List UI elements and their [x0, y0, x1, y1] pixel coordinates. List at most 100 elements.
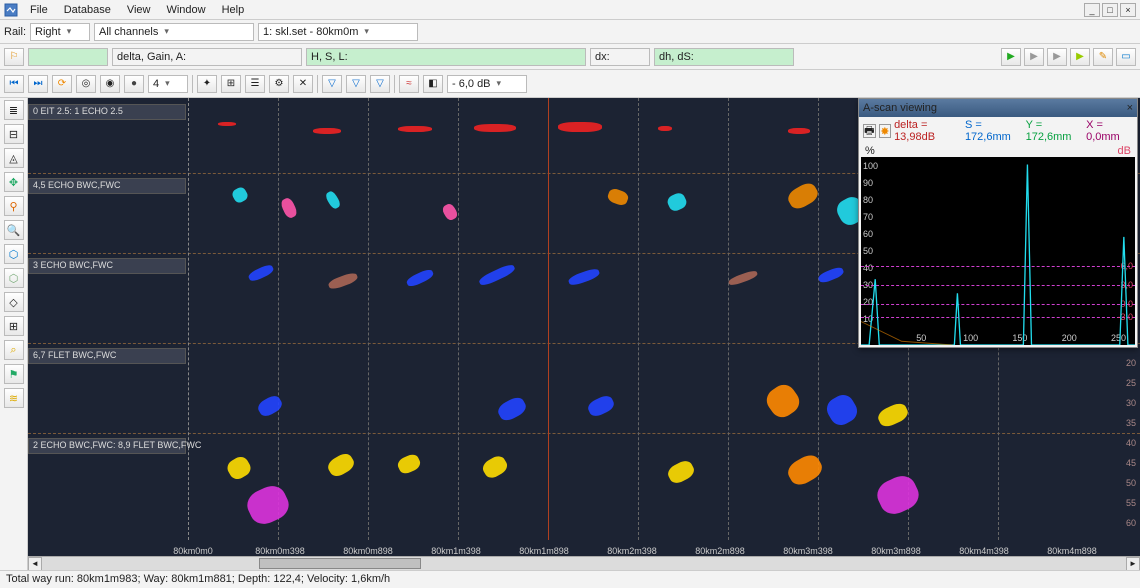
- row-label-2: 3 ECHO BWC,FWC: [28, 258, 186, 274]
- card-icon[interactable]: ▭: [1116, 48, 1136, 66]
- ascan-close-icon[interactable]: ×: [1127, 102, 1133, 114]
- close-button[interactable]: ×: [1120, 3, 1136, 17]
- move-icon[interactable]: ✥: [4, 172, 24, 192]
- depth-tick: 40: [1126, 438, 1136, 448]
- gear-icon[interactable]: ✸: [879, 124, 892, 138]
- filter3-icon[interactable]: ▽: [370, 75, 390, 93]
- menu-database[interactable]: Database: [56, 2, 119, 18]
- menu-help[interactable]: Help: [214, 2, 253, 18]
- tree-icon[interactable]: ⊟: [4, 124, 24, 144]
- spin-select[interactable]: 4: [148, 75, 188, 93]
- channels-select[interactable]: All channels: [94, 23, 254, 41]
- toolbar-fields: ⚐ delta, Gain, A: H, S, L: dx: dh, dS: ▶…: [0, 44, 1140, 70]
- scroll-right-icon[interactable]: ►: [1126, 557, 1140, 571]
- dataset-select[interactable]: 1: skl.set - 80km0m: [258, 23, 418, 41]
- action-buttons: ▶ ▶ ▶ ▶ ✎ ▭: [1001, 48, 1136, 66]
- menubar: File Database View Window Help _ □ ×: [0, 0, 1140, 20]
- xaxis-tick: 80km0m398: [255, 546, 305, 556]
- row-label-1: 4,5 ECHO BWC,FWC: [28, 178, 186, 194]
- depth-tick: 30: [1126, 398, 1136, 408]
- xaxis-tick: 80km3m398: [783, 546, 833, 556]
- status-text: Total way run: 80km1m983; Way: 80km1m881…: [6, 573, 390, 585]
- depth-tick: 35: [1126, 418, 1136, 428]
- row-label-3: 6,7 FLET BWC,FWC: [28, 348, 186, 364]
- main: ≣ ⊟ ◬ ✥ ⚲ 🔍 ⬡ ⬡ ◇ ⊞ ⌕ ⚑ ≋ 0 EIT 2.5: 1 E…: [0, 98, 1140, 570]
- delta-gain-field[interactable]: delta, Gain, A:: [112, 48, 302, 66]
- maximize-button[interactable]: □: [1102, 3, 1118, 17]
- menu-file[interactable]: File: [22, 2, 56, 18]
- xaxis-tick: 80km4m398: [959, 546, 1009, 556]
- xaxis-tick: 80km1m398: [431, 546, 481, 556]
- grid-icon[interactable]: ⊞: [221, 75, 241, 93]
- rail-select[interactable]: Right: [30, 23, 90, 41]
- layers-icon[interactable]: ☰: [245, 75, 265, 93]
- depth-tick: 50: [1126, 478, 1136, 488]
- depth-tick: 55: [1126, 498, 1136, 508]
- xaxis-tick: 80km1m898: [519, 546, 569, 556]
- hex-icon[interactable]: ⬡: [4, 244, 24, 264]
- flag2-icon[interactable]: ⚑: [4, 364, 24, 384]
- filter2-icon[interactable]: ▽: [346, 75, 366, 93]
- dhds-field[interactable]: dh, dS:: [654, 48, 794, 66]
- xaxis-tick: 80km0m0: [173, 546, 213, 556]
- side-tools: ≣ ⊟ ◬ ✥ ⚲ 🔍 ⬡ ⬡ ◇ ⊞ ⌕ ⚑ ≋: [0, 98, 28, 570]
- scope-icon[interactable]: ◬: [4, 148, 24, 168]
- ascan-db-label: dB: [1118, 145, 1131, 157]
- drone-icon[interactable]: ✕: [293, 75, 313, 93]
- xaxis-tick: 80km0m898: [343, 546, 393, 556]
- compass-icon[interactable]: ✦: [197, 75, 217, 93]
- ascan-x: X = 0,0mm: [1086, 119, 1133, 143]
- toolbar-tools: ⏮ ⏭ ⟳ ◎ ◉ ● 4 ✦ ⊞ ☰ ⚙ ✕ ▽ ▽ ▽ ≈ ◧ - 6,0 …: [0, 70, 1140, 98]
- grid2-icon[interactable]: ⊞: [4, 316, 24, 336]
- wave-icon[interactable]: ≈: [399, 75, 419, 93]
- flagwave-icon[interactable]: ≋: [4, 388, 24, 408]
- dark-dot-icon[interactable]: ●: [124, 75, 144, 93]
- play-star-icon[interactable]: ▶: [1070, 48, 1090, 66]
- horizontal-scrollbar[interactable]: ◄ ►: [28, 556, 1140, 570]
- list-icon[interactable]: ≣: [4, 100, 24, 120]
- play-icon[interactable]: ▶: [1001, 48, 1021, 66]
- xaxis-tick: 80km4m898: [1047, 546, 1097, 556]
- skip-end-icon[interactable]: ⏭: [28, 75, 48, 93]
- xaxis-tick: 80km3m898: [871, 546, 921, 556]
- toolbar-selects: Rail: Right All channels 1: skl.set - 80…: [0, 20, 1140, 44]
- skip-start-icon[interactable]: ⏮: [4, 75, 24, 93]
- probe-icon[interactable]: ⚲: [4, 196, 24, 216]
- depth-tick: 45: [1126, 458, 1136, 468]
- filter-icon[interactable]: ▽: [322, 75, 342, 93]
- minimize-button[interactable]: _: [1084, 3, 1100, 17]
- play3-icon[interactable]: ▶: [1047, 48, 1067, 66]
- diamond-icon[interactable]: ◇: [4, 292, 24, 312]
- lens-icon[interactable]: ⌕: [4, 340, 24, 360]
- pencil-icon[interactable]: ✎: [1093, 48, 1113, 66]
- depth-tick: 60: [1126, 518, 1136, 528]
- settings-icon[interactable]: ⚙: [269, 75, 289, 93]
- field-a[interactable]: [28, 48, 108, 66]
- window-buttons: _ □ ×: [1084, 3, 1136, 17]
- menu-window[interactable]: Window: [158, 2, 213, 18]
- status-bar: Total way run: 80km1m983; Way: 80km1m881…: [0, 570, 1140, 588]
- menu-view[interactable]: View: [119, 2, 159, 18]
- ascan-titlebar[interactable]: A-scan viewing ×: [859, 99, 1137, 117]
- scroll-thumb[interactable]: [259, 558, 422, 569]
- gain-select[interactable]: - 6,0 dB: [447, 75, 527, 93]
- refresh-icon[interactable]: ⟳: [52, 75, 72, 93]
- scroll-left-icon[interactable]: ◄: [28, 557, 42, 571]
- shapes-icon[interactable]: ◧: [423, 75, 443, 93]
- print-icon[interactable]: 🖶: [863, 124, 876, 138]
- target-icon[interactable]: ◎: [76, 75, 96, 93]
- dot-icon[interactable]: ◉: [100, 75, 120, 93]
- hsl-field[interactable]: H, S, L:: [306, 48, 586, 66]
- ascan-plot[interactable]: 100 90 80 70 60 50 40 30 20 10 50 100 15…: [861, 157, 1135, 345]
- ascan-info: 🖶 ✸ delta = 13,98dB S = 172,6mm Y = 172,…: [859, 117, 1137, 145]
- hex2-icon[interactable]: ⬡: [4, 268, 24, 288]
- app-icon: [4, 3, 18, 17]
- scan-area[interactable]: 0 EIT 2.5: 1 ECHO 2.5 4,5 ECHO BWC,FWC 3…: [28, 98, 1140, 570]
- play2-icon[interactable]: ▶: [1024, 48, 1044, 66]
- rail-label: Rail:: [4, 26, 26, 38]
- ascan-window[interactable]: A-scan viewing × 🖶 ✸ delta = 13,98dB S =…: [858, 98, 1138, 348]
- row-label-0: 0 EIT 2.5: 1 ECHO 2.5: [28, 104, 186, 120]
- zoom-icon[interactable]: 🔍: [4, 220, 24, 240]
- flag-icon[interactable]: ⚐: [4, 48, 24, 66]
- dx-field[interactable]: dx:: [590, 48, 650, 66]
